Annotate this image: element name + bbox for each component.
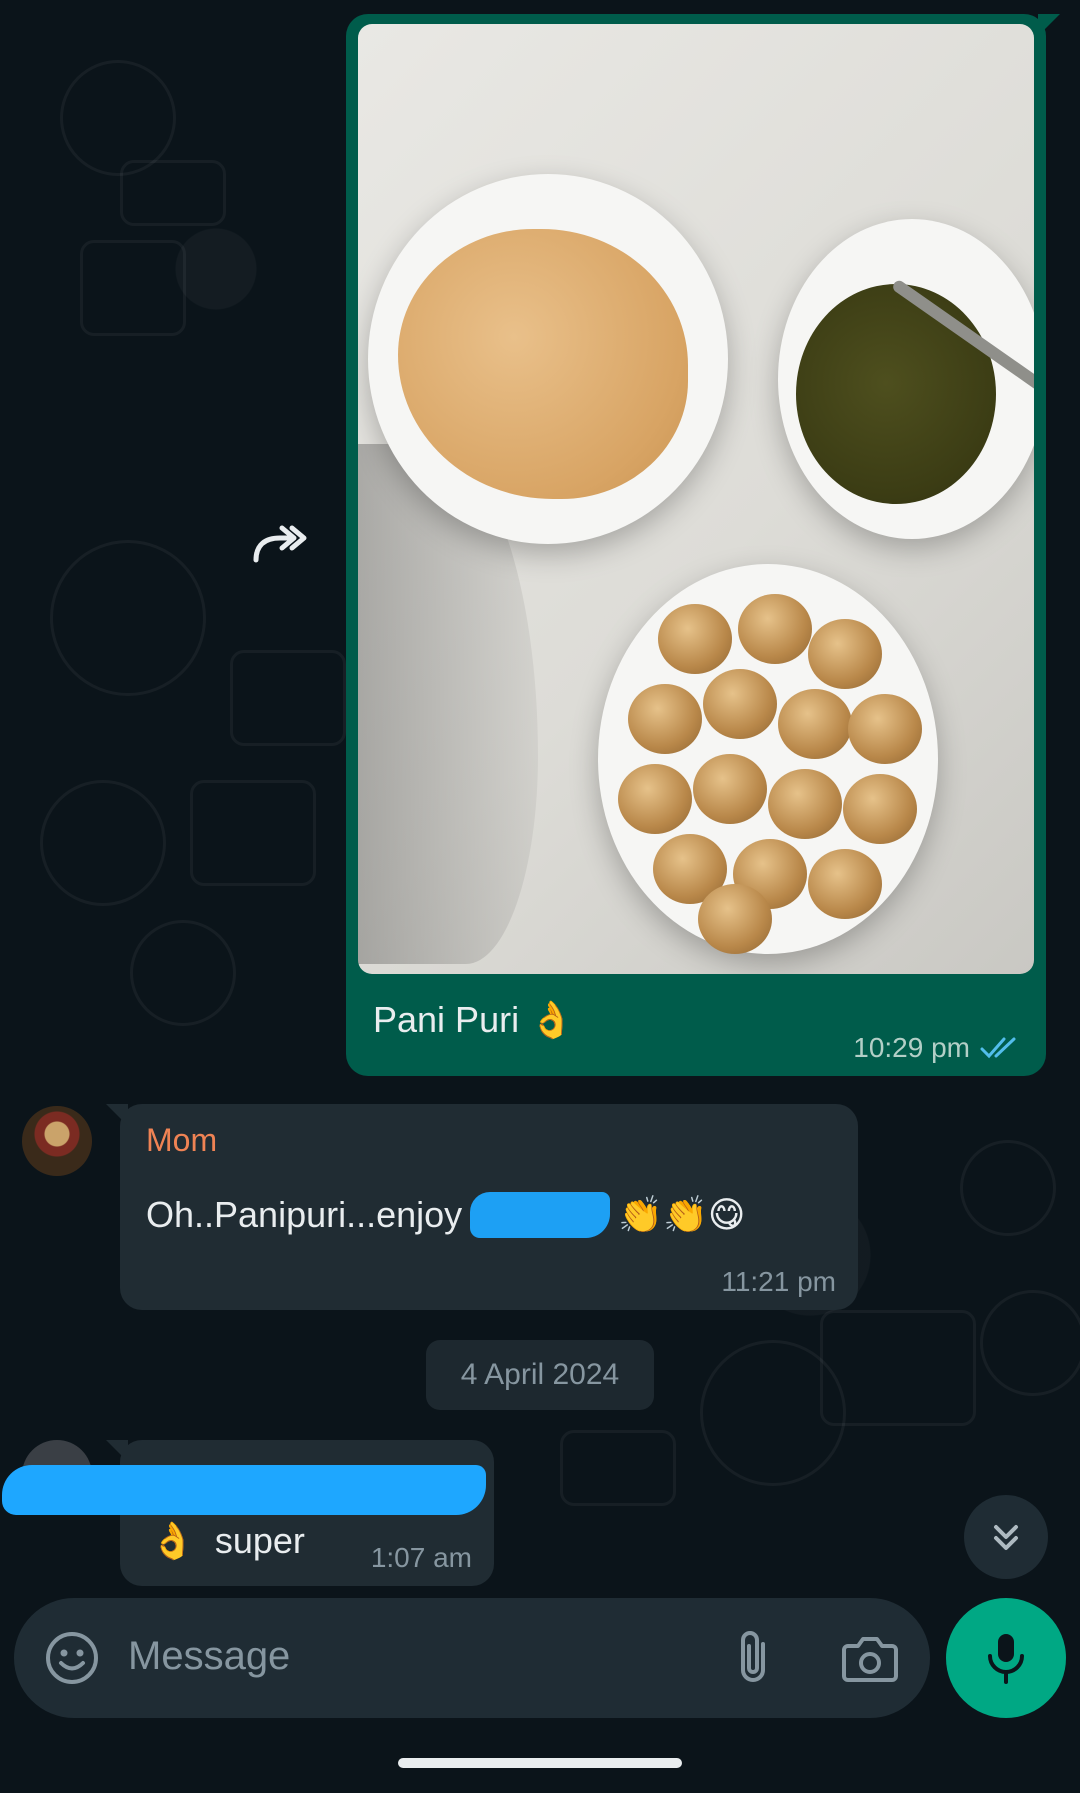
- message-text: Oh..Panipuri...enjoy 👏👏😋: [146, 1192, 746, 1238]
- mic-icon: [988, 1634, 1024, 1684]
- incoming-message-mom[interactable]: Mom Oh..Panipuri...enjoy 👏👏😋 11:21 pm: [106, 1104, 858, 1310]
- message-input[interactable]: Message: [128, 1634, 290, 1679]
- incoming-message[interactable]: 👌 super 1:07 am: [2, 1440, 494, 1586]
- voice-message-button[interactable]: [946, 1598, 1066, 1718]
- pani-puri-photo[interactable]: [358, 24, 1034, 974]
- scroll-down-icon: [994, 1525, 1018, 1550]
- incoming-time: 1:07 am: [370, 1542, 472, 1573]
- incoming-time: 11:21 pm: [721, 1266, 836, 1297]
- redacted-sender-name: [2, 1465, 486, 1515]
- message-text: 👌 super: [150, 1520, 305, 1562]
- mom-avatar[interactable]: [22, 1106, 92, 1176]
- emoji-icon[interactable]: [42, 1628, 102, 1688]
- outgoing-image-message[interactable]: Pani Puri 👌 10:29 pm: [346, 14, 1060, 1076]
- puri-bowl: [598, 564, 938, 954]
- sender-name[interactable]: Mom: [146, 1122, 217, 1159]
- pani-bowl: [778, 219, 1034, 539]
- redacted-text: [470, 1192, 611, 1238]
- potato-bowl: [368, 174, 728, 544]
- date-separator: 4 April 2024: [426, 1340, 654, 1410]
- image-caption: Pani Puri 👌: [373, 999, 574, 1041]
- read-ticks-icon: [980, 1037, 1016, 1059]
- outgoing-time: 10:29 pm: [853, 1032, 970, 1063]
- message-composer[interactable]: Message: [14, 1598, 930, 1718]
- outgoing-meta: 10:29 pm: [853, 1032, 1022, 1064]
- forward-icon[interactable]: [250, 520, 310, 570]
- home-indicator[interactable]: [398, 1758, 682, 1768]
- clap-emoji: 👏👏😋: [618, 1195, 746, 1236]
- attach-icon[interactable]: [729, 1628, 779, 1688]
- camera-icon[interactable]: [840, 1630, 900, 1686]
- ok-hand-emoji: 👌: [529, 1000, 574, 1041]
- ok-hand-emoji: 👌: [150, 1521, 195, 1562]
- scroll-down-button[interactable]: [964, 1495, 1048, 1579]
